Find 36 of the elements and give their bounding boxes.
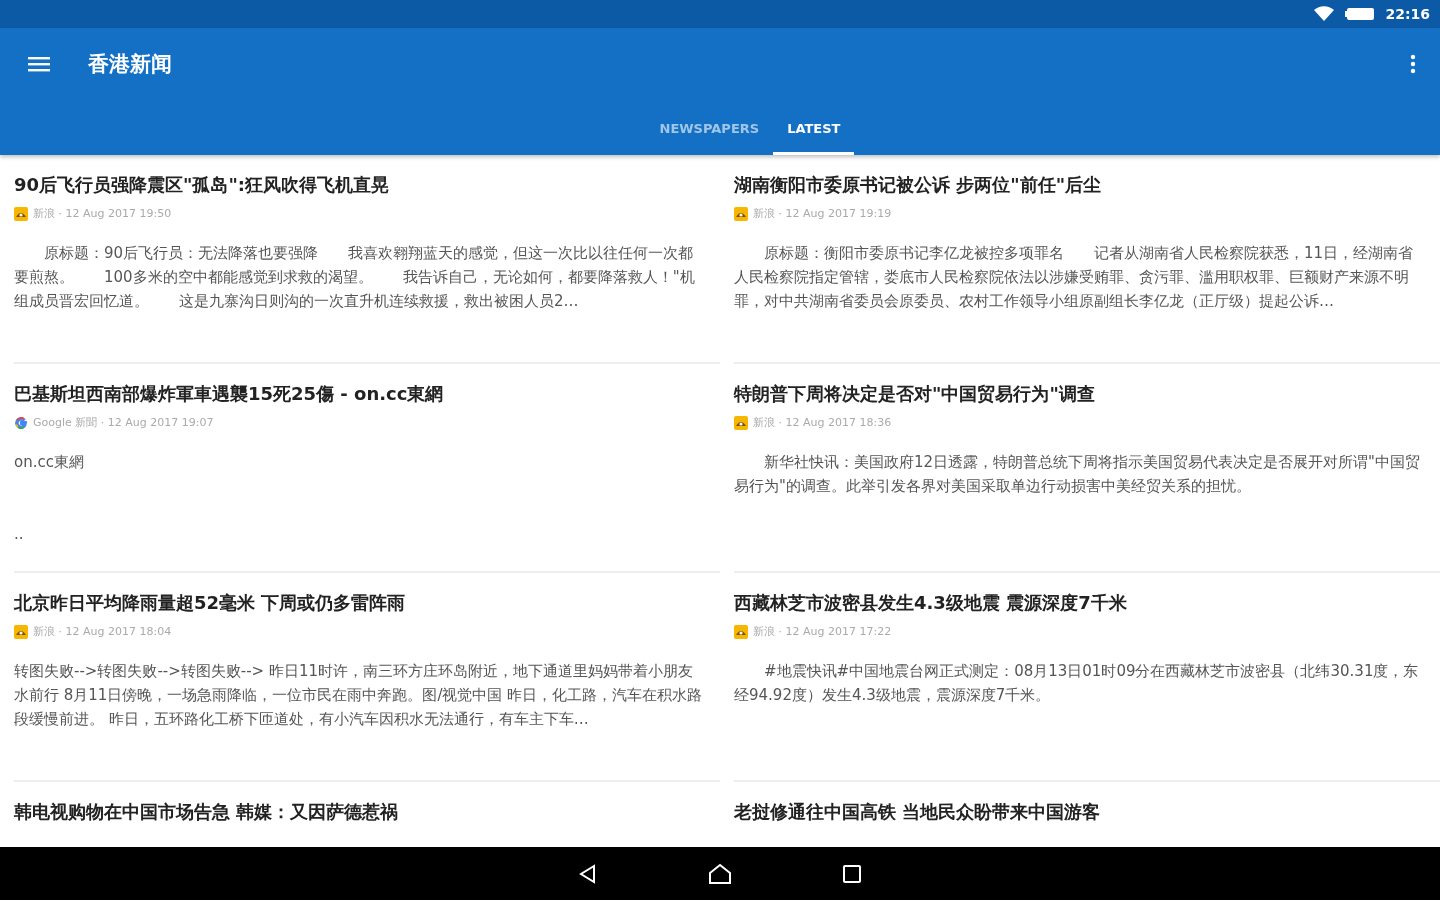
article-summary: on.cc東網 .. [14,452,85,545]
menu-icon[interactable] [28,56,50,72]
g-logo-icon [14,415,28,430]
tab[interactable]: LATEST [773,107,855,155]
article-title[interactable]: 90后飞行员强降震区"孤岛":狂风吹得飞机直晃 [14,173,706,197]
article-summary: 原标题：90后飞行员：无法降落也要强降 我喜欢翱翔蓝天的感觉，但这一次比以往任何一次都要煎熬。 100多米的空中都能感觉到求救的渴望。 我告诉自己，无论如何，都要降落救人！"机组成员晋宏回忆道。 这是九寨沟日则沟的一次直升机连续救援，救出被困人员2… [14,243,696,312]
article-summary: 新华社快讯：美国政府12日透露，特朗普总统下周将指示美国贸易代表决定是否展开对所谓"中国贸易行为"的调查。此举引发各界对美国采取单边行动损害中美经贸关系的担忧。 [734,452,1421,497]
article-meta: 新浪 · 12 Aug 2017 19:19 [753,206,892,221]
article-title[interactable]: 巴基斯坦西南部爆炸軍車遇襲15死25傷 - on.cc東網 [14,382,706,406]
article-meta: Google 新聞 · 12 Aug 2017 19:07 [33,415,214,430]
more-icon[interactable] [1410,54,1416,74]
article-title[interactable]: 老挝修通往中国高铁 当地民众盼带来中国游客 [734,800,1426,824]
home-icon[interactable] [708,862,732,885]
article-summary: 原标题：衡阳市委原书记李亿龙被控多项罪名 记者从湖南省人民检察院获悉，11日，经湖南省人民检察院指定管辖，娄底市人民检察院依法以涉嫌受贿罪、贪污罪、滥用职权罪、巨额财产来源不明罪，对中共湖南省委员会原委员、农村工作领导小组原副组长李亿龙（正厅级）提起公诉… [734,243,1415,312]
eye-logo-icon [14,624,28,639]
article-title[interactable]: 韩电视购物在中国市场告急 韩媒：又因萨德惹祸 [14,800,706,824]
article-summary: #地震快讯#中国地震台网正式测定：08月13日01时09分在西藏林芝市波密县（北纬30.31度，东经94.92度）发生4.3级地震，震源深度7千米。 [734,661,1420,706]
eye-logo-icon [734,624,748,639]
article-meta: 新浪 · 12 Aug 2017 18:36 [753,415,892,430]
article-meta: 新浪 · 12 Aug 2017 18:04 [33,624,172,639]
back-icon[interactable] [578,863,598,884]
article-summary: 转图失败-->转图失败-->转图失败--> 昨日11时许，南三环方庄环岛附近，地下通道里妈妈带着小朋友水前行 8月11日傍晚，一场急雨降临，一位市民在雨中奔跑。图/视觉中国 昨日，化工路，汽车在积水路段缓慢前进。 昨日，五环路化工桥下匝道处，有小汽车因积水无法通行，有车主下车… [14,661,704,730]
article-title[interactable]: 特朗普下周将决定是否对"中国贸易行为"调查 [734,382,1426,406]
wifi-icon [1313,6,1336,22]
eye-logo-icon [734,415,748,430]
battery-icon [1345,7,1376,21]
article-meta: 新浪 · 12 Aug 2017 19:50 [33,206,172,221]
article-title[interactable]: 湖南衡阳市委原书记被公诉 步两位"前任"后尘 [734,173,1426,197]
eye-logo-icon [734,206,748,221]
recents-icon[interactable] [842,863,862,884]
app-title: 香港新闻 [88,51,173,78]
article-title[interactable]: 北京昨日平均降雨量超52毫米 下周或仍多雷阵雨 [14,591,706,615]
eye-logo-icon [14,206,28,221]
clock-time: 22:16 [1385,6,1430,22]
article-title[interactable]: 西藏林芝市波密县发生4.3级地震 震源深度7千米 [734,591,1426,615]
article-meta: 新浪 · 12 Aug 2017 17:22 [753,624,892,639]
